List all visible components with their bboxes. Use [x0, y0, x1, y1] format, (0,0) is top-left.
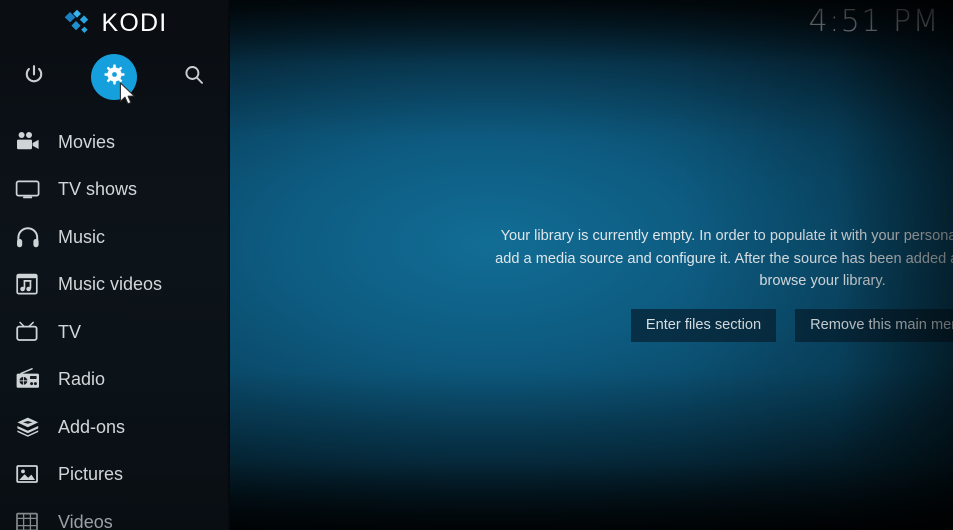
movie-camera-icon [8, 130, 48, 154]
settings-button[interactable] [85, 48, 143, 106]
kodi-logo: KODI [0, 0, 230, 46]
sidebar-menu: Movies TV shows Music Music videos TV Ra… [0, 118, 230, 530]
sidebar-top-icons [0, 48, 230, 106]
content-area: 4:51 PM Your library is currently empty.… [230, 0, 953, 530]
picture-icon [8, 462, 48, 486]
sidebar-item-label: Music [58, 226, 106, 247]
sidebar-item-label: TV [58, 321, 82, 342]
crt-tv-icon [8, 320, 48, 344]
clock: 4:51 PM [808, 4, 940, 39]
headphones-icon [8, 225, 48, 249]
search-icon [182, 63, 206, 92]
empty-library-actions: Enter files section Remove this main men… [480, 308, 953, 342]
sidebar-item-label: TV shows [58, 179, 138, 200]
sidebar-item-movies[interactable]: Movies [0, 118, 230, 166]
sidebar-item-videos[interactable]: Videos [0, 498, 230, 530]
sidebar-item-radio[interactable]: Radio [0, 356, 230, 404]
sidebar: KODI Movies TV shows Music Music videos … [0, 0, 230, 530]
sidebar-item-add-ons[interactable]: Add-ons [0, 403, 230, 451]
power-icon [22, 63, 46, 92]
sidebar-item-label: Music videos [58, 274, 163, 295]
settings-button-highlight [91, 54, 137, 100]
sidebar-item-label: Pictures [58, 464, 124, 485]
sidebar-item-tv[interactable]: TV [0, 308, 230, 356]
gear-icon [103, 63, 126, 91]
sidebar-item-label: Movies [58, 131, 116, 152]
enter-files-section-button[interactable]: Enter files section [630, 308, 777, 342]
kodi-window: 4:51 PM Your library is currently empty.… [0, 0, 953, 530]
empty-library-message: Your library is currently empty. In orde… [495, 228, 953, 289]
sidebar-item-label: Radio [58, 369, 106, 390]
sidebar-item-music-videos[interactable]: Music videos [0, 261, 230, 309]
sidebar-item-pictures[interactable]: Pictures [0, 451, 230, 499]
radio-icon [8, 367, 48, 391]
power-button[interactable] [5, 48, 63, 106]
package-box-icon [8, 415, 48, 439]
sidebar-item-music[interactable]: Music [0, 213, 230, 261]
search-button[interactable] [165, 48, 223, 106]
television-icon [8, 177, 48, 201]
film-strip-icon [8, 510, 48, 530]
sidebar-item-label: Videos [58, 511, 113, 530]
kodi-logo-icon [63, 9, 93, 37]
music-video-icon [8, 272, 48, 296]
sidebar-item-tv-shows[interactable]: TV shows [0, 166, 230, 214]
sidebar-item-label: Add-ons [58, 416, 126, 437]
kodi-logo-text: KODI [101, 8, 168, 37]
empty-library-panel: Your library is currently empty. In orde… [480, 225, 953, 342]
remove-main-menu-item-button[interactable]: Remove this main menu item [795, 308, 953, 342]
